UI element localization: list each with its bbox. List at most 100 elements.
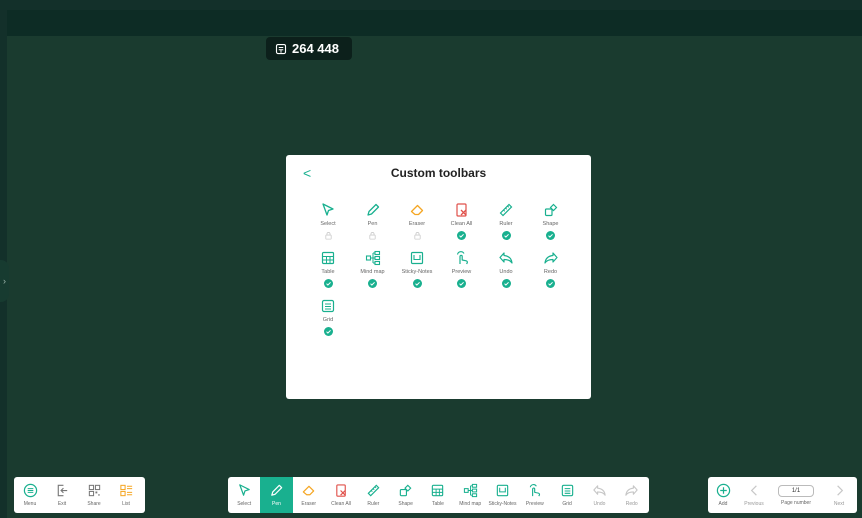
toolbar-clean-all-button[interactable]: Clean All [325,477,357,513]
toolbar-label: Shape [398,501,413,507]
toolbar-label: Grid [562,501,572,507]
exit-icon [57,484,67,497]
tool-option-grid[interactable]: Grid [306,298,350,340]
tool-option-label: Select [320,221,336,227]
menu-icon [23,483,37,498]
tool-options-grid: Select Pen Eraser Clean All Ruler Shape Table M… [306,202,573,340]
toolbar-label: Share [87,501,101,507]
tool-option-table[interactable]: Table [306,250,350,292]
toolbar-redo-button[interactable]: Redo [616,477,648,513]
tool-option-redo[interactable]: Redo [529,250,573,292]
toolbar-label: Exit [57,501,67,507]
list-button[interactable]: List [110,477,142,513]
list-icon [119,484,132,497]
page-number-field[interactable]: 1/1 [778,484,814,497]
add-icon [716,483,730,498]
tool-option-label: Mind map [360,269,385,275]
next-page-button[interactable]: Next [822,477,856,513]
panel-title: Custom toolbars [390,166,487,180]
top-bar [7,10,862,36]
tool-option-ruler[interactable]: Ruler [484,202,528,244]
redo-icon [543,252,558,264]
tool-option-pen[interactable]: Pen [351,202,395,244]
toolbar-grid-button[interactable]: Grid [551,477,583,513]
main-toolbar: Select Pen Eraser Clean All Ruler Shape Table M… [228,477,649,513]
redo-icon [625,485,638,496]
table-icon [432,484,444,497]
tool-option-label: Preview [451,269,472,275]
toolbar-label: Redo [625,501,638,507]
eraser-icon [410,204,424,216]
grid-icon [561,484,573,497]
tool-option-select[interactable]: Select [306,202,350,244]
chevron-right-icon [836,485,843,496]
check-circle-icon[interactable] [323,279,333,288]
check-circle-icon[interactable] [457,279,466,288]
board-count-icon [275,43,287,54]
check-circle-icon[interactable] [501,231,511,240]
tool-option-eraser[interactable]: Eraser [395,202,439,244]
shape-icon [544,203,557,217]
preview-icon [530,484,541,497]
custom-toolbars-panel: < Custom toolbars Select Pen Eraser Clean A… [286,155,591,399]
ruler-icon [499,203,513,217]
undo-icon [593,485,606,496]
sticky-notes-icon [410,251,424,265]
check-circle-icon[interactable] [368,279,377,288]
check-circle-icon[interactable] [546,231,555,240]
left-toolbar: Menu Exit Share List [14,477,145,513]
toolbar-pen-button[interactable]: Pen [260,477,293,513]
menu-button[interactable]: Menu [14,477,46,513]
lock-icon [324,232,332,240]
toolbar-label: Eraser [301,501,317,507]
toolbar-mind-map-button[interactable]: Mind map [454,477,486,513]
exit-button[interactable]: Exit [46,477,78,513]
add-label: Add [718,501,728,507]
tool-option-undo[interactable]: Undo [484,250,528,292]
toolbar-ruler-button[interactable]: Ruler [357,477,389,513]
toolbar-shape-button[interactable]: Shape [389,477,421,513]
side-panel-expand-icon[interactable]: › [0,260,9,302]
tool-option-label: Clean All [450,221,473,227]
tool-option-mind-map[interactable]: Mind map [351,250,395,292]
tool-option-clean-all[interactable]: Clean All [440,202,484,244]
page-number-label: Page number [780,499,812,506]
tool-option-shape[interactable]: Shape [529,202,573,244]
toolbar-label: Sticky-Notes [488,501,517,507]
shape-icon [399,484,412,497]
check-circle-icon[interactable] [546,279,555,288]
check-circle-icon[interactable] [412,279,422,288]
tool-option-label: Sticky-Notes [401,269,433,275]
select-icon [238,484,250,496]
undo-icon [499,252,513,264]
sticky-notes-icon [496,484,509,497]
toolbar-eraser-button[interactable]: Eraser [293,477,325,513]
eraser-icon [302,485,315,496]
toolbar-select-button[interactable]: Select [228,477,260,513]
toolbar-preview-button[interactable]: Preview [519,477,551,513]
select-icon [322,203,334,216]
tool-option-preview[interactable]: Preview [440,250,484,292]
table-icon [321,251,335,265]
check-circle-icon[interactable] [501,279,511,288]
toolbar-sticky-notes-button[interactable]: Sticky-Notes [486,477,518,513]
page-toolbar: Add Previous 1/1 Page number Next [708,477,857,513]
toolbar-undo-button[interactable]: Undo [583,477,615,513]
previous-page-button[interactable]: Previous [738,477,770,513]
tool-option-sticky-notes[interactable]: Sticky-Notes [395,250,439,292]
toolbar-table-button[interactable]: Table [422,477,454,513]
toolbar-label: Table [431,501,444,507]
next-label: Next [833,501,845,507]
chevron-left-icon [750,485,757,496]
toolbar-label: Undo [593,501,606,507]
toolbar-label: List [122,501,130,507]
check-circle-icon[interactable] [457,231,466,240]
tool-option-label: Undo [499,269,513,275]
page-number-control[interactable]: 1/1 Page number [770,477,822,513]
tool-option-label: Table [321,269,335,275]
pen-icon [366,203,379,216]
share-button[interactable]: Share [78,477,110,513]
check-circle-icon[interactable] [323,327,333,336]
lock-icon [413,232,421,240]
add-page-button[interactable]: Add [708,477,738,513]
